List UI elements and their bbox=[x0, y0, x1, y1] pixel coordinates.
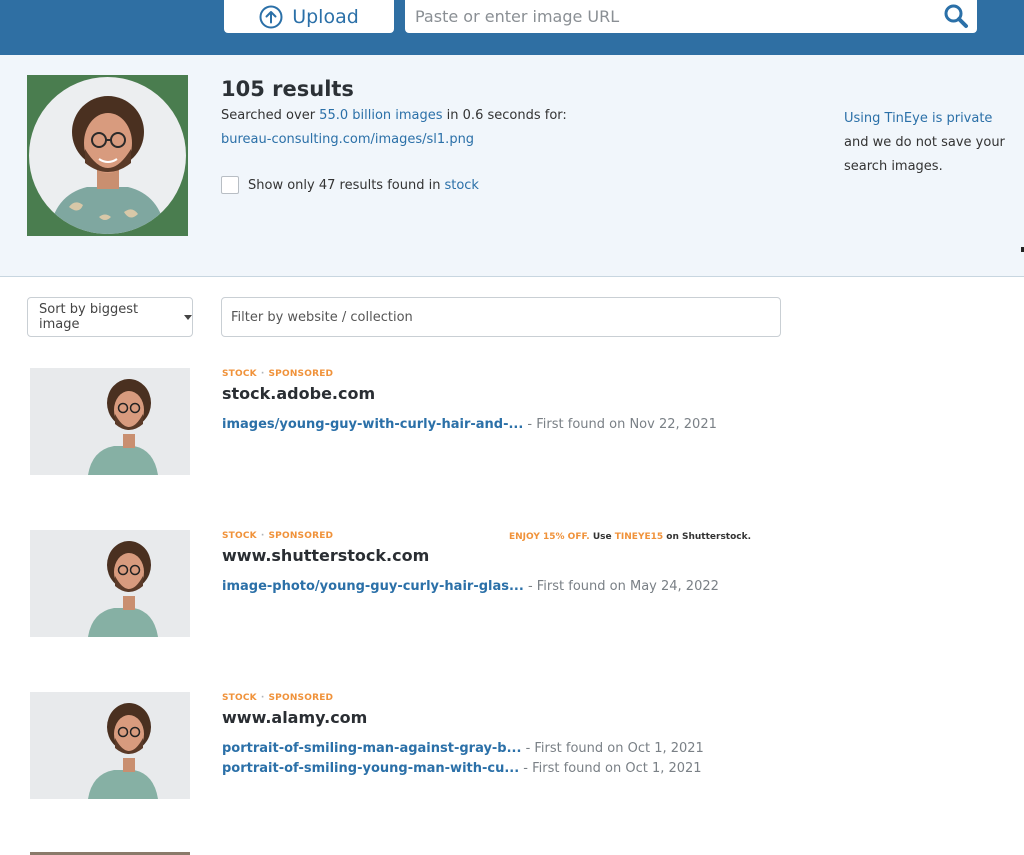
match-line: images/young-guy-with-curly-hair-and-...… bbox=[222, 417, 717, 432]
result-tags: STOCK · SPONSORED bbox=[222, 693, 334, 703]
match-link[interactable]: portrait-of-smiling-young-man-with-cu... bbox=[222, 761, 519, 776]
caret-down-icon bbox=[184, 314, 192, 320]
result-tags: STOCK · SPONSORED bbox=[222, 369, 334, 379]
result-thumbnail[interactable] bbox=[30, 530, 190, 637]
search-summary: 105 results Searched over 55.0 billion i… bbox=[0, 55, 1024, 277]
search-stats: Searched over 55.0 billion images in 0.6… bbox=[221, 108, 567, 123]
promo-banner: ENJOY 15% OFF. Use TINEYE15 on Shutterst… bbox=[509, 532, 752, 542]
result-thumbnail[interactable] bbox=[30, 692, 190, 799]
stock-only-checkbox[interactable] bbox=[221, 176, 239, 194]
result-domain[interactable]: stock.adobe.com bbox=[222, 384, 375, 403]
sort-label: Sort by biggest image bbox=[39, 302, 139, 332]
upload-arrow-icon bbox=[259, 5, 283, 29]
sort-dropdown[interactable]: Sort by biggest image bbox=[27, 297, 193, 337]
match-line: portrait-of-smiling-young-man-with-cu...… bbox=[222, 761, 702, 776]
privacy-notice: Using TinEye is private and we do not sa… bbox=[844, 107, 1014, 179]
first-found-date: - First found on Nov 22, 2021 bbox=[523, 417, 717, 432]
result-item: STOCK · SPONSORED stock.adobe.com images/y… bbox=[0, 368, 1024, 498]
match-link[interactable]: portrait-of-smiling-man-against-gray-b..… bbox=[222, 741, 521, 756]
first-found-date: - First found on May 24, 2022 bbox=[523, 579, 719, 594]
result-domain[interactable]: www.shutterstock.com bbox=[222, 546, 429, 565]
match-link[interactable]: image-photo/young-guy-curly-hair-glas... bbox=[222, 579, 524, 594]
result-item: STOCK · SPONSORED ENJOY 15% OFF. Use TINEY… bbox=[0, 530, 1024, 660]
top-bar: Upload bbox=[0, 0, 1024, 55]
result-item: STOCK · SPONSORED www.alamy.com portrait-o… bbox=[0, 692, 1024, 822]
privacy-text: and we do not save your search images. bbox=[844, 135, 1005, 174]
query-image bbox=[27, 75, 188, 236]
image-url-input[interactable] bbox=[405, 0, 925, 33]
stock-link[interactable]: stock bbox=[444, 178, 479, 193]
upload-button[interactable]: Upload bbox=[224, 0, 394, 33]
match-line: image-photo/young-guy-curly-hair-glas...… bbox=[222, 579, 719, 594]
result-thumbnail[interactable] bbox=[30, 368, 190, 475]
results-count: 105 results bbox=[221, 77, 354, 101]
upload-label: Upload bbox=[292, 5, 359, 28]
privacy-link[interactable]: Using TinEye is private bbox=[844, 111, 992, 126]
stock-only-filter[interactable]: Show only 47 results found in stock bbox=[221, 176, 479, 194]
result-domain[interactable]: www.alamy.com bbox=[222, 708, 367, 727]
promo-code: TINEYE15 bbox=[614, 532, 664, 542]
first-found-date: - First found on Oct 1, 2021 bbox=[521, 741, 704, 756]
search-icon[interactable] bbox=[943, 3, 969, 29]
images-count-link[interactable]: 55.0 billion images bbox=[319, 108, 442, 123]
query-url-link[interactable]: bureau-consulting.com/images/sl1.png bbox=[221, 132, 474, 147]
first-found-date: - First found on Oct 1, 2021 bbox=[519, 761, 702, 776]
website-filter-input[interactable] bbox=[221, 297, 781, 337]
match-line: portrait-of-smiling-man-against-gray-b..… bbox=[222, 741, 704, 756]
result-tags: STOCK · SPONSORED bbox=[222, 531, 334, 541]
match-link[interactable]: images/young-guy-with-curly-hair-and-... bbox=[222, 417, 523, 432]
url-search-box bbox=[405, 0, 977, 33]
